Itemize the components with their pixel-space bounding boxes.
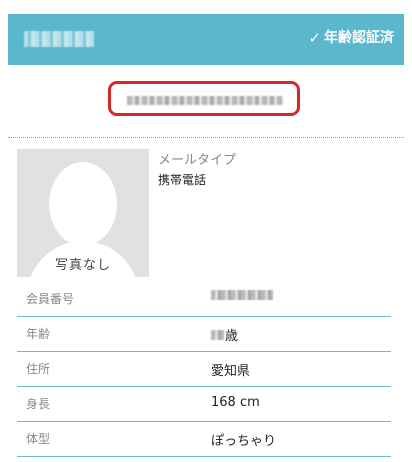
age-suffix: 歳 xyxy=(225,329,239,344)
address-label: 住所 xyxy=(26,362,51,376)
redacted-member-number xyxy=(211,290,273,300)
age-verified-label: 年齢認証済 xyxy=(324,30,394,46)
profile-page: ✓ 年齢認証済 写真なし メールタイプ 携帯電話 会員番号 年齢 歳 住所 愛知… xyxy=(0,0,412,462)
mail-type-label: メールタイプ xyxy=(158,153,237,168)
height-value: 168 cm xyxy=(211,395,260,410)
redacted-profile-id xyxy=(127,96,283,105)
section-divider xyxy=(8,137,404,138)
person-silhouette-head xyxy=(49,162,117,246)
no-photo-label: 写真なし xyxy=(54,258,111,273)
body-type-label: 体型 xyxy=(26,432,51,446)
age-label: 年齢 xyxy=(26,327,51,341)
mail-type-value: 携帯電話 xyxy=(158,173,207,187)
height-label: 身長 xyxy=(26,397,51,411)
member-number-label: 会員番号 xyxy=(26,292,75,306)
highlighted-profile-id xyxy=(108,81,300,116)
avatar-placeholder: 写真なし xyxy=(17,149,149,277)
member-number-value xyxy=(211,290,273,300)
info-row-age: 年齢 歳 xyxy=(17,317,391,352)
redacted-age-number xyxy=(211,329,224,340)
info-row-height: 身長 168 cm xyxy=(17,387,391,422)
info-row-address: 住所 愛知県 xyxy=(17,352,391,387)
redacted-nickname xyxy=(24,31,94,47)
info-row-body-type: 体型 ぽっちゃり xyxy=(17,422,391,457)
info-row-member-number: 会員番号 xyxy=(17,282,391,317)
address-value: 愛知県 xyxy=(211,364,251,379)
profile-header: ✓ 年齢認証済 xyxy=(8,14,404,65)
profile-info-table: 会員番号 年齢 歳 住所 愛知県 身長 168 cm 体型 ぽっちゃり xyxy=(17,282,391,457)
age-value: 歳 xyxy=(211,325,238,344)
checkmark-icon: ✓ xyxy=(308,29,321,47)
body-type-value: ぽっちゃり xyxy=(211,434,277,449)
age-verified-badge: ✓ 年齢認証済 xyxy=(308,29,394,47)
